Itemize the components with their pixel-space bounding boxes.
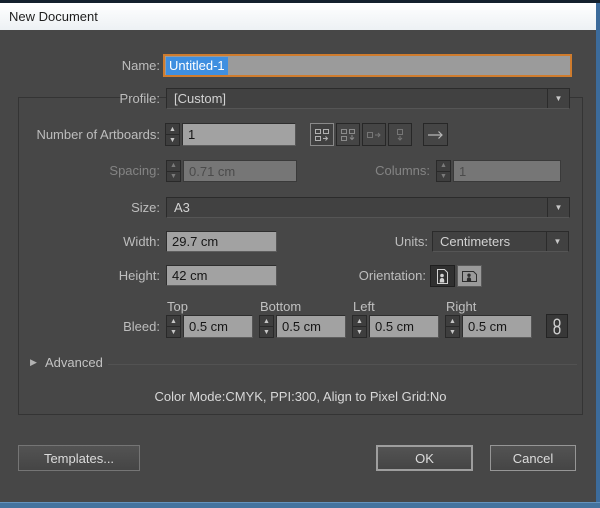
- grid-by-row-button[interactable]: [310, 123, 334, 146]
- stepper-down-icon[interactable]: ▼: [167, 327, 180, 337]
- profile-label: Profile:: [0, 88, 160, 109]
- arrange-by-row-button[interactable]: [362, 123, 386, 146]
- stepper-down-icon[interactable]: ▼: [166, 135, 179, 145]
- disclosure-triangle-icon[interactable]: ▶: [30, 357, 37, 368]
- templates-button[interactable]: Templates...: [18, 445, 140, 471]
- arrange-by-column-icon: [392, 128, 408, 142]
- window-edge-bottom: [0, 502, 600, 508]
- stepper-up-icon[interactable]: ▲: [353, 316, 366, 327]
- profile-dropdown[interactable]: [Custom] ▼: [166, 88, 570, 109]
- chain-link-icon: [551, 318, 563, 335]
- cancel-button[interactable]: Cancel: [490, 445, 576, 471]
- bleed-left-input[interactable]: 0.5 cm: [369, 315, 439, 338]
- bleed-top-stepper[interactable]: ▲ ▼: [166, 315, 181, 338]
- bleed-top-header: Top: [167, 300, 188, 313]
- chevron-down-icon: ▼: [554, 238, 562, 246]
- spacing-stepper: ▲ ▼: [166, 160, 181, 182]
- size-dropdown-button[interactable]: ▼: [547, 198, 569, 217]
- ok-button[interactable]: OK: [376, 445, 473, 471]
- orientation-portrait-button[interactable]: [430, 265, 455, 287]
- name-input[interactable]: Untitled-1: [163, 54, 572, 77]
- window-edge-right: [596, 0, 600, 508]
- bleed-right-stepper[interactable]: ▲ ▼: [445, 315, 460, 338]
- stepper-up-icon[interactable]: ▲: [260, 316, 273, 327]
- artboards-input[interactable]: 1: [182, 123, 296, 146]
- bleed-top-input[interactable]: 0.5 cm: [183, 315, 253, 338]
- chevron-down-icon: ▼: [555, 95, 563, 103]
- stepper-up-icon[interactable]: ▲: [167, 316, 180, 327]
- name-value-selected: Untitled-1: [166, 57, 228, 75]
- name-label: Name:: [0, 54, 160, 77]
- units-label: Units:: [330, 231, 428, 252]
- stepper-down-icon: ▼: [437, 172, 450, 182]
- bleed-bottom-header: Bottom: [260, 300, 301, 313]
- columns-label: Columns:: [300, 160, 430, 182]
- stepper-down-icon[interactable]: ▼: [260, 327, 273, 337]
- grid-by-column-button[interactable]: [336, 123, 360, 146]
- landscape-icon: [461, 270, 478, 283]
- grid-by-row-icon: [314, 128, 330, 142]
- stepper-up-icon[interactable]: ▲: [166, 124, 179, 135]
- titlebar[interactable]: New Document: [0, 3, 596, 30]
- window-title: New Document: [9, 9, 98, 24]
- size-dropdown[interactable]: A3 ▼: [166, 197, 570, 218]
- profile-dropdown-button[interactable]: ▼: [547, 89, 569, 108]
- columns-stepper: ▲ ▼: [436, 160, 451, 182]
- columns-input: 1: [453, 160, 561, 182]
- bleed-bottom-stepper[interactable]: ▲ ▼: [259, 315, 274, 338]
- chevron-down-icon: ▼: [555, 204, 563, 212]
- units-value: Centimeters: [440, 234, 510, 249]
- orientation-label: Orientation:: [290, 265, 426, 287]
- spacing-input: 0.71 cm: [183, 160, 297, 182]
- artboards-label: Number of Artboards:: [0, 123, 160, 146]
- size-label: Size:: [0, 197, 160, 218]
- stepper-down-icon[interactable]: ▼: [353, 327, 366, 337]
- artboards-stepper[interactable]: ▲ ▼: [165, 123, 180, 146]
- advanced-toggle[interactable]: Advanced: [45, 355, 103, 370]
- units-dropdown-button[interactable]: ▼: [546, 232, 568, 251]
- bleed-bottom-input[interactable]: 0.5 cm: [276, 315, 346, 338]
- right-arrow-icon: [425, 128, 446, 142]
- arrange-by-column-button[interactable]: [388, 123, 412, 146]
- spacing-label: Spacing:: [0, 160, 160, 182]
- width-input[interactable]: 29.7 cm: [166, 231, 277, 252]
- units-dropdown[interactable]: Centimeters ▼: [432, 231, 569, 252]
- height-input[interactable]: 42 cm: [166, 265, 277, 286]
- bleed-label: Bleed:: [0, 315, 160, 338]
- layout-direction-button[interactable]: [423, 123, 448, 146]
- stepper-down-icon: ▼: [167, 172, 180, 182]
- width-label: Width:: [0, 231, 160, 252]
- bleed-left-stepper[interactable]: ▲ ▼: [352, 315, 367, 338]
- stepper-up-icon[interactable]: ▲: [446, 316, 459, 327]
- document-summary: Color Mode:CMYK, PPI:300, Align to Pixel…: [18, 389, 583, 404]
- height-label: Height:: [0, 265, 160, 286]
- stepper-up-icon: ▲: [167, 161, 180, 172]
- bleed-left-header: Left: [353, 300, 375, 313]
- portrait-icon: [436, 268, 449, 285]
- new-document-dialog: New Document Name: Untitled-1 Profile: […: [0, 0, 600, 508]
- profile-value: [Custom]: [174, 91, 226, 106]
- bleed-link-values-button[interactable]: [546, 314, 568, 338]
- advanced-separator: [108, 364, 577, 365]
- bleed-right-header: Right: [446, 300, 476, 313]
- arrange-by-row-icon: [366, 128, 382, 142]
- grid-by-column-icon: [340, 128, 356, 142]
- bleed-right-input[interactable]: 0.5 cm: [462, 315, 532, 338]
- stepper-up-icon: ▲: [437, 161, 450, 172]
- orientation-landscape-button[interactable]: [457, 265, 482, 287]
- stepper-down-icon[interactable]: ▼: [446, 327, 459, 337]
- size-value: A3: [174, 200, 190, 215]
